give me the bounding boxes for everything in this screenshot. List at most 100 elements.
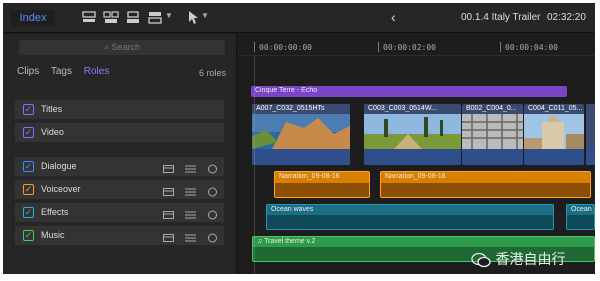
select-tool-icon[interactable]: [185, 10, 201, 25]
timeline[interactable]: 00:00:00:00 00:00:02:00 00:00:04:00 Cinq…: [238, 34, 595, 274]
video-clip[interactable]: [586, 104, 595, 165]
audio-waveform: [381, 183, 590, 197]
role-row-dialogue[interactable]: ✓ Dialogue: [15, 157, 224, 176]
role-checkbox[interactable]: ✓: [23, 230, 34, 241]
watermark: 香港自由行: [471, 249, 565, 269]
lanes-icon[interactable]: [185, 187, 196, 197]
role-checkbox[interactable]: ✓: [23, 104, 34, 115]
audio-waveform: [364, 149, 461, 165]
back-icon[interactable]: ‹: [391, 9, 396, 25]
role-row-titles[interactable]: ✓ Titles: [15, 100, 224, 119]
clip-thumbnail: [524, 114, 584, 149]
role-checkbox[interactable]: ✓: [23, 161, 34, 172]
audio-waveform: [252, 149, 350, 165]
audio-waveform: [524, 149, 584, 165]
index-tabs: Clips Tags Roles: [17, 66, 118, 77]
role-tools: [152, 230, 218, 248]
effects-clip[interactable]: Ocean: [566, 204, 595, 230]
timeline-ruler[interactable]: 00:00:00:00 00:00:02:00 00:00:04:00: [238, 34, 595, 56]
video-clip[interactable]: C003_C003_0514W...: [364, 104, 461, 165]
clip-label: Narration_09-08-16: [279, 173, 340, 180]
final-cut-window: Index ▼ ▼ ‹ 00.1.4 Italy Trailer 02:32:2…: [3, 3, 595, 274]
index-button[interactable]: Index: [11, 10, 55, 26]
clip-appearance-icon[interactable]: [81, 10, 97, 25]
role-label: Video: [41, 127, 64, 137]
search-placeholder: Search: [111, 42, 141, 52]
focus-icon[interactable]: [207, 164, 218, 174]
focus-icon[interactable]: [207, 210, 218, 220]
focus-icon[interactable]: [207, 233, 218, 243]
tab-tags[interactable]: Tags: [51, 66, 72, 77]
audio-waveform: [267, 215, 553, 229]
audio-waveform: [567, 215, 594, 229]
role-label: Effects: [41, 207, 69, 217]
audio-waveform: [586, 149, 595, 165]
timeline-index-panel: ⌕ Search Clips Tags Roles 6 roles ✓ Titl…: [3, 34, 237, 274]
video-clip[interactable]: C004_C011_05...: [524, 104, 584, 165]
title-clip[interactable]: Cinque Terre - Echo: [251, 86, 567, 97]
video-clip[interactable]: A007_C032_0515HTs: [252, 104, 350, 165]
clip-label: Narration_09-08-16: [385, 173, 446, 180]
subroles-icon[interactable]: [163, 164, 174, 174]
clip-connect-icon[interactable]: [103, 10, 119, 25]
role-row-video[interactable]: ✓ Video: [15, 123, 224, 142]
clip-label: ♫ Travel theme v.2: [257, 238, 315, 245]
music-clip-title: Travel theme v.2: [264, 238, 316, 245]
playhead[interactable]: [254, 56, 255, 274]
clip-thumbnail: [364, 114, 461, 149]
role-count: 6 roles: [198, 68, 226, 78]
lanes-icon[interactable]: [185, 164, 196, 174]
role-row-music[interactable]: ✓ Music: [15, 226, 224, 245]
subroles-icon[interactable]: [163, 210, 174, 220]
subroles-icon[interactable]: [163, 233, 174, 243]
role-checkbox[interactable]: ✓: [23, 127, 34, 138]
search-icon: ⌕: [103, 42, 112, 52]
clip-insert-icon[interactable]: [125, 10, 141, 25]
role-label: Music: [41, 230, 65, 240]
video-clip[interactable]: B002_C004_0...: [462, 104, 523, 165]
clip-thumbnail: [252, 114, 350, 149]
role-checkbox[interactable]: ✓: [23, 184, 34, 195]
role-tools: [152, 184, 218, 202]
clip-label: B002_C004_0...: [466, 105, 517, 112]
chevron-down-icon[interactable]: ▼: [201, 11, 209, 20]
clip-label: A007_C032_0515HTs: [256, 105, 325, 112]
tab-clips[interactable]: Clips: [17, 66, 39, 77]
role-row-voiceover[interactable]: ✓ Voiceover: [15, 180, 224, 199]
role-tools: [152, 207, 218, 225]
effects-clip[interactable]: Ocean waves: [266, 204, 554, 230]
lanes-icon[interactable]: [185, 233, 196, 243]
watermark-text: 香港自由行: [495, 252, 566, 268]
project-duration: 02:32:20: [547, 12, 586, 23]
subroles-icon[interactable]: [163, 187, 174, 197]
voiceover-clip[interactable]: Narration_09-08-16: [380, 171, 591, 198]
wechat-logo-icon: [471, 252, 491, 268]
timecode-label: 00:00:00:00: [259, 43, 312, 52]
chevron-down-icon[interactable]: ▼: [165, 11, 173, 20]
role-label: Voiceover: [41, 184, 81, 194]
clip-label: Ocean waves: [271, 206, 314, 213]
role-tools: [152, 161, 218, 179]
clip-label: Cinque Terre - Echo: [255, 87, 318, 94]
ruler-tick: [378, 42, 379, 52]
timecode-label: 00:00:04:00: [505, 43, 558, 52]
clip-thumbnail: [462, 114, 523, 149]
ruler-tick: [500, 42, 501, 52]
role-row-effects[interactable]: ✓ Effects: [15, 203, 224, 222]
audio-waveform: [275, 183, 369, 197]
role-checkbox[interactable]: ✓: [23, 207, 34, 218]
project-title: 00.1.4 Italy Trailer: [461, 12, 541, 23]
toolbar: Index ▼ ▼ ‹ 00.1.4 Italy Trailer 02:32:2…: [3, 3, 595, 33]
tab-roles[interactable]: Roles: [84, 66, 110, 77]
role-label: Dialogue: [41, 161, 77, 171]
clip-overwrite-icon[interactable]: [147, 10, 163, 25]
focus-icon[interactable]: [207, 187, 218, 197]
clip-label: C004_C011_05...: [528, 105, 583, 112]
search-input[interactable]: ⌕ Search: [19, 40, 225, 55]
lanes-icon[interactable]: [185, 210, 196, 220]
role-label: Titles: [41, 104, 63, 114]
clip-label: C003_C003_0514W...: [368, 105, 437, 112]
clip-label: Ocean: [571, 206, 592, 213]
voiceover-clip[interactable]: Narration_09-08-16: [274, 171, 370, 198]
timecode-label: 00:00:02:00: [383, 43, 436, 52]
